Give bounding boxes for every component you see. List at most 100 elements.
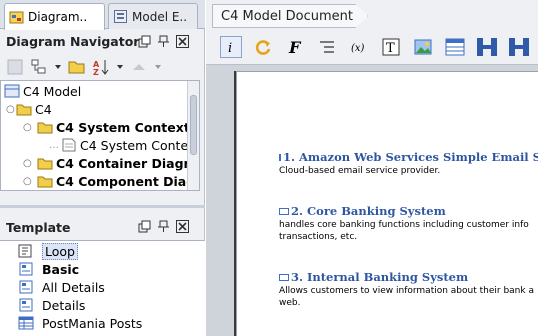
collapse-icon[interactable] xyxy=(129,57,149,77)
collapse-toggle-icon[interactable]: ○ xyxy=(6,104,16,115)
tree-node-label: C4 Container Diagra xyxy=(56,155,199,171)
template-icon xyxy=(19,262,33,276)
tree-scrollbar[interactable] xyxy=(187,81,199,190)
diagram-tree: C4 Model ○ C4 ○ C4 System Context D … C4… xyxy=(0,80,200,191)
section-description-line: Allows customers to view information abo… xyxy=(279,286,534,296)
section-description-line: Cloud-based email service provider. xyxy=(279,166,441,176)
tree-node-component-diagram[interactable]: ○ C4 Component Diag xyxy=(23,172,195,190)
document-pane: C4 Model Document i F (x) T 1. Amazon We… xyxy=(206,0,538,336)
tab-label: Model E.. xyxy=(132,9,188,24)
section-heading[interactable]: 3. Internal Banking System xyxy=(279,270,538,284)
chevron-down-icon[interactable] xyxy=(153,57,163,77)
merge-column-icon[interactable] xyxy=(508,36,530,58)
template-item-label: Loop xyxy=(42,242,78,260)
tree-node-label: C4 Component Diag xyxy=(56,173,196,189)
loop-template-icon xyxy=(18,244,32,258)
tab-label: Diagram.. xyxy=(28,10,88,24)
document-canvas: 1. Amazon Web Services Simple Email Serv… xyxy=(206,64,538,336)
tab-diagram-navigator[interactable]: Diagram.. xyxy=(4,3,105,30)
float-icon[interactable] xyxy=(138,220,151,233)
svg-text:Z: Z xyxy=(93,68,99,76)
folder-icon xyxy=(37,122,53,134)
section-heading[interactable]: 1. Amazon Web Services Simple Email Serv xyxy=(279,150,538,164)
diagram-page-icon xyxy=(62,138,76,152)
section-description-line: handles core banking functions including… xyxy=(279,220,529,230)
svg-text:F: F xyxy=(288,38,302,56)
expand-toggle-icon[interactable]: ○ xyxy=(23,176,37,187)
expand-toggle-icon[interactable]: ○ xyxy=(23,158,37,169)
folder-icon xyxy=(37,158,53,170)
tree-node-container-diagram[interactable]: ○ C4 Container Diagra xyxy=(23,154,198,172)
section-heading[interactable]: 2. Core Banking System xyxy=(279,204,538,218)
template-item-label: Basic xyxy=(42,261,80,277)
tab-model-explorer[interactable]: Model E.. xyxy=(108,3,198,29)
section-heading-text: 2. Core Banking System xyxy=(291,204,446,218)
tree-node-label: C4 Model xyxy=(23,83,82,99)
document-section: 1. Amazon Web Services Simple Email Serv… xyxy=(279,150,538,177)
blank-icon[interactable] xyxy=(5,57,25,77)
collapse-toggle-icon[interactable]: ○ xyxy=(23,122,37,133)
tree-node-label: C4 System Contex xyxy=(80,137,196,153)
open-folder-icon[interactable] xyxy=(67,57,87,77)
template-title: Template xyxy=(6,220,71,235)
tree-node-system-context-diagram[interactable]: ○ C4 System Context D xyxy=(23,118,199,136)
tree-line-icon: … xyxy=(49,139,59,151)
template-item-postmania-posts[interactable]: PostMania Posts xyxy=(18,314,142,332)
chevron-down-icon[interactable] xyxy=(53,57,63,77)
folder-icon xyxy=(37,176,53,188)
text-icon[interactable]: T xyxy=(380,36,402,58)
close-icon[interactable] xyxy=(176,35,189,48)
document-section: 2. Core Banking System handles core bank… xyxy=(279,204,538,243)
model-icon xyxy=(4,84,20,98)
pin-icon[interactable] xyxy=(157,220,170,233)
outline-icon[interactable] xyxy=(316,36,338,58)
document-page[interactable]: 1. Amazon Web Services Simple Email Serv… xyxy=(236,71,538,336)
template-panel-buttons xyxy=(138,220,189,233)
sort-icon[interactable]: AZ xyxy=(91,57,111,77)
element-icon xyxy=(279,153,281,161)
pin-icon[interactable] xyxy=(157,35,170,48)
navigator-toolbar: AZ xyxy=(0,56,205,78)
element-icon xyxy=(279,207,289,215)
tree-node-c4-model[interactable]: C4 Model xyxy=(4,82,81,100)
close-icon[interactable] xyxy=(176,220,189,233)
template-icon xyxy=(19,298,33,312)
pane-splitter[interactable] xyxy=(0,205,205,208)
svg-text:i: i xyxy=(228,41,232,55)
formula-icon[interactable]: (x) xyxy=(348,36,370,58)
table-template-icon xyxy=(18,316,34,330)
split-column-icon[interactable] xyxy=(476,36,498,58)
scrollbar-thumb[interactable] xyxy=(190,95,197,155)
document-section: 3. Internal Banking System Allows custom… xyxy=(279,270,538,309)
element-icon xyxy=(279,273,289,281)
template-item-basic[interactable]: Basic xyxy=(18,260,79,278)
model-explorer-icon xyxy=(114,10,127,23)
navigator-panel-buttons xyxy=(138,35,189,48)
template-item-all-details[interactable]: All Details xyxy=(18,278,105,296)
breadcrumb[interactable]: C4 Model Document xyxy=(212,4,368,28)
svg-text:(x): (x) xyxy=(351,43,365,54)
template-item-label: All Details xyxy=(42,279,105,295)
tree-node-c4[interactable]: ○ C4 xyxy=(6,100,52,118)
section-description-line: transactions, etc. xyxy=(279,232,358,242)
image-icon[interactable] xyxy=(412,36,434,58)
table-icon[interactable] xyxy=(444,36,466,58)
template-item-loop[interactable]: Loop xyxy=(18,242,78,260)
section-description-line: web. xyxy=(279,298,301,308)
folder-icon xyxy=(16,104,32,116)
breadcrumb-label: C4 Model Document xyxy=(221,8,353,24)
pane-tab-strip: Diagram.. Model E.. xyxy=(0,0,205,30)
document-toolbar: i F (x) T xyxy=(220,34,530,60)
diagram-icon xyxy=(9,11,24,23)
font-icon[interactable]: F xyxy=(284,36,306,58)
tree-view-icon[interactable] xyxy=(29,57,49,77)
chevron-down-icon[interactable] xyxy=(115,57,125,77)
tree-node-label: C4 xyxy=(35,101,52,117)
template-item-details[interactable]: Details xyxy=(18,296,85,314)
float-icon[interactable] xyxy=(138,35,151,48)
tree-node-system-context[interactable]: … C4 System Contex xyxy=(49,136,195,154)
info-icon[interactable]: i xyxy=(220,36,242,58)
left-pane: Diagram.. Model E.. Diagram Navigator A … xyxy=(0,0,205,336)
refresh-icon[interactable] xyxy=(252,36,274,58)
svg-text:T: T xyxy=(386,41,395,56)
